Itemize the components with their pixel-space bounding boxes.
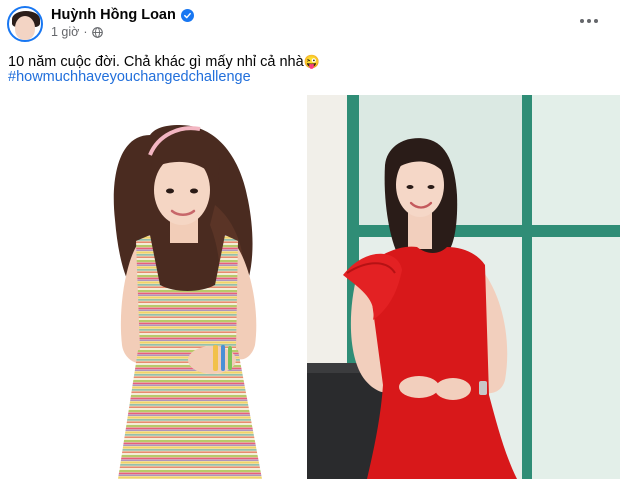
- globe-icon[interactable]: [91, 26, 103, 38]
- photo-right[interactable]: [307, 95, 620, 479]
- post-timestamp[interactable]: 1 giờ: [51, 25, 79, 39]
- hashtag-link[interactable]: #howmuchhaveyouchangedchallenge: [8, 68, 251, 87]
- author-avatar[interactable]: [7, 6, 43, 42]
- dot-separator: ·: [83, 25, 88, 39]
- post-meta: 1 giờ ·: [51, 25, 103, 39]
- emoji: 😜: [303, 54, 320, 69]
- post-photos: [0, 95, 620, 479]
- more-options-icon[interactable]: [576, 10, 602, 32]
- facebook-post: Huỳnh Hồng Loan 1 giờ · 10 năm cuộc đời.…: [0, 0, 620, 479]
- author-name[interactable]: Huỳnh Hồng Loan: [51, 7, 176, 23]
- verified-badge-icon: [180, 8, 194, 22]
- author-row: Huỳnh Hồng Loan: [51, 6, 194, 24]
- photo-left[interactable]: [0, 95, 306, 479]
